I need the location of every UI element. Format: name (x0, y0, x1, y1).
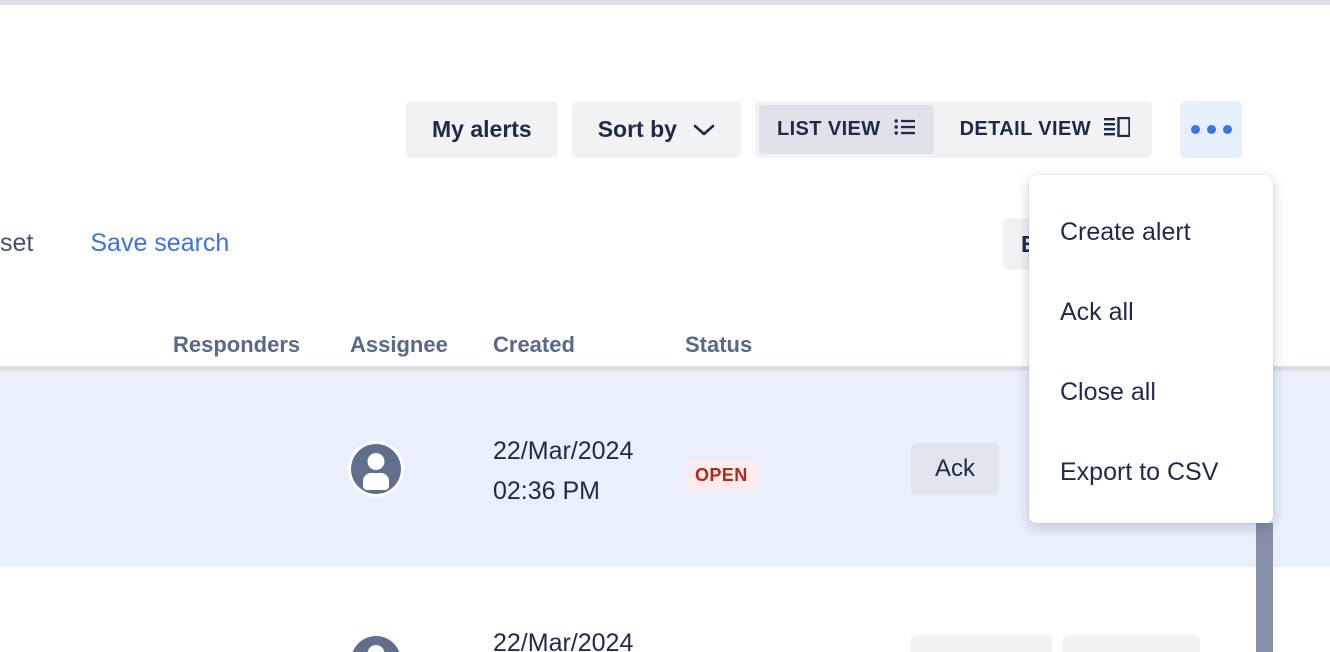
save-search-link[interactable]: Save search (90, 229, 229, 258)
created-time: 02:36 PM (493, 477, 601, 505)
user-avatar-icon (351, 636, 401, 652)
column-header-assignee[interactable]: Assignee (350, 332, 448, 358)
menu-item-ack-all-label: Ack all (1060, 297, 1134, 326)
chevron-down-icon (693, 123, 715, 137)
ack-button[interactable]: Ack (911, 443, 1000, 495)
vertical-scrollbar-thumb[interactable] (1256, 523, 1273, 652)
filter-actions-row: set Save search (0, 222, 229, 264)
menu-item-close-all[interactable]: Close all (1029, 367, 1273, 417)
menu-item-create-alert[interactable]: Create alert (1029, 207, 1273, 257)
created-date: 22/Mar/2024 (493, 629, 634, 652)
list-view-button[interactable]: LIST VIEW (758, 105, 934, 154)
ellipsis-icon-dot-2 (1206, 125, 1216, 134)
row-action-button-1[interactable] (911, 635, 1052, 652)
my-alerts-label: My alerts (432, 116, 532, 142)
ellipsis-icon-dot-3 (1222, 125, 1232, 134)
alerts-toolbar: My alerts Sort by LIST VIEW DETAIL VIEW (406, 101, 1243, 158)
alerts-page: My alerts Sort by LIST VIEW DETAIL VIEW … (0, 0, 1330, 652)
column-header-responders[interactable]: Responders (173, 332, 300, 358)
detail-view-label: DETAIL VIEW (959, 118, 1092, 140)
avatar-head (367, 453, 385, 470)
avatar-body (363, 473, 389, 490)
menu-item-export-to-csv-label: Export to CSV (1060, 457, 1219, 486)
detail-pane-icon (1104, 116, 1131, 143)
avatar-head (367, 645, 385, 652)
my-alerts-button[interactable]: My alerts (406, 101, 558, 158)
column-header-created[interactable]: Created (493, 332, 575, 358)
view-toggle-group: LIST VIEW DETAIL VIEW (754, 101, 1153, 158)
row-action-button-2[interactable] (1063, 635, 1200, 652)
menu-item-export-to-csv[interactable]: Export to CSV (1029, 447, 1273, 497)
created-date: 22/Mar/2024 (493, 437, 634, 465)
reset-link[interactable]: set (0, 229, 33, 258)
ack-button-label: Ack (935, 455, 976, 482)
ellipsis-icon (1190, 125, 1200, 134)
list-view-label: LIST VIEW (776, 118, 881, 140)
table-row[interactable]: 22/Mar/2024 (0, 591, 1330, 652)
menu-item-ack-all[interactable]: Ack all (1029, 287, 1273, 337)
status-badge: OPEN (686, 460, 757, 491)
more-options-button[interactable] (1180, 101, 1243, 158)
sort-by-button[interactable]: Sort by (571, 101, 741, 158)
detail-view-button[interactable]: DETAIL VIEW (942, 105, 1148, 154)
column-header-status[interactable]: Status (685, 332, 752, 358)
menu-item-close-all-label: Close all (1060, 377, 1156, 406)
list-icon (894, 118, 916, 142)
menu-item-create-alert-label: Create alert (1060, 217, 1191, 246)
top-divider (0, 0, 1330, 5)
row-separator (0, 567, 1330, 591)
sort-by-label: Sort by (597, 116, 677, 142)
more-options-menu: Create alert Ack all Close all Export to… (1029, 175, 1273, 523)
user-avatar-icon (351, 444, 401, 494)
